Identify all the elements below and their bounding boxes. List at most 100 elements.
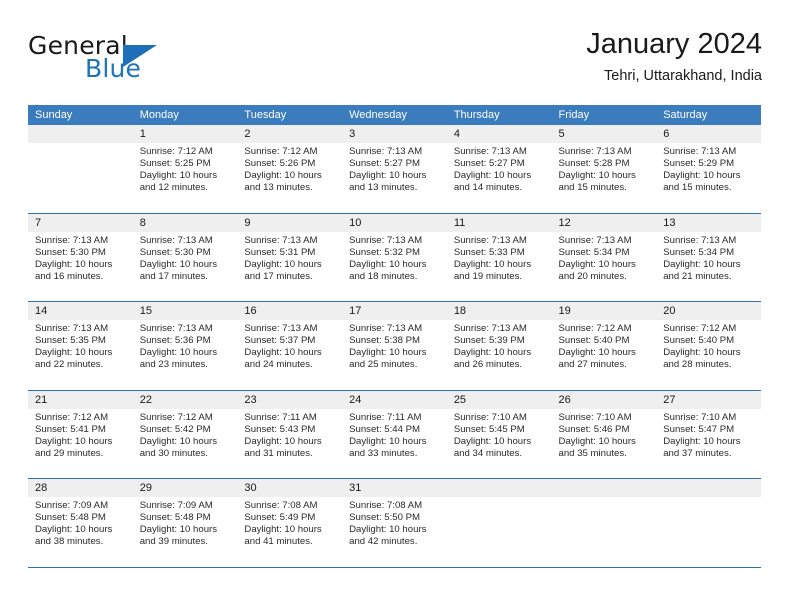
calendar-day-cell[interactable]: 16 Sunrise: 7:13 AM Sunset: 5:37 PM Dayligh…	[237, 302, 343, 390]
daylight-text-line2: and 22 minutes.	[35, 359, 104, 371]
calendar-day-cell-empty	[446, 479, 552, 567]
calendar-day-cell[interactable]: 13 Sunrise: 7:13 AM Sunset: 5:34 PM Dayligh…	[656, 213, 761, 301]
day-detail: Sunrise: 7:12 AM Sunset: 5:26 PM Daylight:…	[237, 143, 342, 194]
daylight-text-line2: and 28 minutes.	[663, 359, 732, 371]
day-number-band: 6	[656, 125, 761, 143]
daylight-text-line2: and 15 minutes.	[558, 182, 627, 194]
calendar-page: General Blue January 2024 Tehri, Uttarak…	[0, 0, 792, 612]
calendar-day-cell[interactable]: 10 Sunrise: 7:13 AM Sunset: 5:32 PM Dayligh…	[342, 213, 447, 301]
sunrise-text: Sunrise: 7:09 AM	[139, 500, 213, 511]
day-detail: Sunrise: 7:13 AM Sunset: 5:35 PM Daylight:…	[28, 320, 133, 371]
sunset-text: Sunset: 5:49 PM	[244, 512, 316, 524]
day-number: 20	[663, 305, 676, 317]
calendar-day-cell[interactable]: 28 Sunrise: 7:09 AM Sunset: 5:48 PM Dayligh…	[28, 479, 133, 567]
daylight-text-line1: Daylight: 10 hours	[244, 524, 322, 536]
daylight-text-line2: and 33 minutes.	[349, 447, 418, 459]
sunrise-text: Sunrise: 7:12 AM	[139, 411, 213, 423]
day-detail: Sunrise: 7:13 AM Sunset: 5:37 PM Daylight:…	[237, 320, 342, 371]
daylight-text-line2: and 18 minutes.	[349, 270, 418, 282]
daylight-text-line2: and 26 minutes.	[453, 359, 523, 371]
day-number-band: 5	[551, 125, 657, 143]
day-detail: Sunrise: 7:13 AM Sunset: 5:39 PM Daylight:…	[447, 320, 552, 371]
sunset-text: Sunset: 5:41 PM	[35, 423, 106, 435]
daylight-text-line1: Daylight: 10 hours	[139, 435, 218, 447]
sunrise-text: Sunrise: 7:08 AM	[244, 500, 318, 511]
day-number-band: 12	[551, 213, 657, 232]
calendar-day-cell[interactable]: 29 Sunrise: 7:09 AM Sunset: 5:48 PM Dayligh…	[132, 479, 238, 567]
calendar-day-cell[interactable]: 12 Sunrise: 7:13 AM Sunset: 5:34 PM Dayligh…	[551, 213, 657, 301]
daylight-text-line1: Daylight: 10 hours	[244, 347, 322, 359]
title-block: January 2024 Tehri, Uttarakhand, India	[586, 26, 762, 86]
calendar-day-cell[interactable]: 6 Sunrise: 7:13 AM Sunset: 5:29 PM Daylight…	[656, 125, 761, 213]
sunset-text: Sunset: 5:28 PM	[558, 158, 630, 170]
daylight-text-line1: Daylight: 10 hours	[558, 258, 636, 270]
calendar-day-cell[interactable]: 8 Sunrise: 7:13 AM Sunset: 5:30 PM Daylight…	[132, 213, 238, 301]
calendar-day-cell[interactable]: 30 Sunrise: 7:08 AM Sunset: 5:49 PM Dayligh…	[237, 479, 343, 567]
day-detail: Sunrise: 7:12 AM Sunset: 5:25 PM Daylight:…	[133, 143, 238, 194]
daylight-text-line1: Daylight: 10 hours	[244, 170, 322, 182]
sunrise-text: Sunrise: 7:12 AM	[139, 146, 213, 157]
day-number-band: 3	[342, 125, 447, 143]
calendar-day-cell[interactable]: 18 Sunrise: 7:13 AM Sunset: 5:39 PM Dayligh…	[446, 302, 552, 390]
sunset-text: Sunset: 5:30 PM	[139, 246, 211, 258]
calendar-day-cell[interactable]: 5 Sunrise: 7:13 AM Sunset: 5:28 PM Daylight…	[551, 125, 657, 213]
calendar-day-cell[interactable]: 26 Sunrise: 7:10 AM Sunset: 5:46 PM Dayligh…	[551, 390, 657, 478]
day-detail: Sunrise: 7:13 AM Sunset: 5:30 PM Daylight:…	[133, 232, 238, 283]
sunrise-text: Sunrise: 7:13 AM	[663, 146, 737, 157]
sunset-text: Sunset: 5:44 PM	[349, 423, 421, 435]
calendar-day-cell[interactable]: 17 Sunrise: 7:13 AM Sunset: 5:38 PM Dayligh…	[342, 302, 447, 390]
calendar-day-cell[interactable]: 19 Sunrise: 7:12 AM Sunset: 5:40 PM Dayligh…	[551, 302, 657, 390]
daylight-text-line2: and 16 minutes.	[35, 270, 104, 282]
calendar-day-cell-empty	[28, 125, 133, 213]
calendar-day-cell[interactable]: 20 Sunrise: 7:12 AM Sunset: 5:40 PM Dayligh…	[656, 302, 761, 390]
day-detail: Sunrise: 7:12 AM Sunset: 5:42 PM Daylight:…	[133, 409, 238, 460]
calendar-day-cell[interactable]: 24 Sunrise: 7:11 AM Sunset: 5:44 PM Dayligh…	[342, 390, 447, 478]
calendar-day-cell[interactable]: 2 Sunrise: 7:12 AM Sunset: 5:26 PM Daylight…	[237, 125, 343, 213]
daylight-text-line1: Daylight: 10 hours	[244, 258, 322, 270]
day-detail: Sunrise: 7:12 AM Sunset: 5:40 PM Daylight:…	[552, 320, 657, 371]
daylight-text-line1: Daylight: 10 hours	[663, 347, 741, 359]
day-number-band: 15	[132, 302, 238, 320]
calendar-day-cell[interactable]: 4 Sunrise: 7:13 AM Sunset: 5:27 PM Daylight…	[446, 125, 552, 213]
daylight-text-line1: Daylight: 10 hours	[35, 347, 113, 359]
general-blue-logo[interactable]: General Blue	[28, 32, 248, 92]
calendar-day-cell[interactable]: 23 Sunrise: 7:11 AM Sunset: 5:43 PM Dayligh…	[237, 390, 343, 478]
calendar-day-cell[interactable]: 14 Sunrise: 7:13 AM Sunset: 5:35 PM Dayligh…	[28, 302, 133, 390]
day-detail: Sunrise: 7:13 AM Sunset: 5:34 PM Daylight:…	[552, 232, 657, 283]
sunrise-text: Sunrise: 7:13 AM	[244, 234, 318, 246]
calendar-day-cell[interactable]: 3 Sunrise: 7:13 AM Sunset: 5:27 PM Daylight…	[342, 125, 447, 213]
sunrise-text: Sunrise: 7:11 AM	[244, 411, 317, 423]
day-number-band: 17	[342, 302, 447, 320]
calendar-day-cell[interactable]: 21 Sunrise: 7:12 AM Sunset: 5:41 PM Dayligh…	[28, 390, 133, 478]
day-detail: Sunrise: 7:12 AM Sunset: 5:40 PM Daylight:…	[656, 320, 761, 371]
day-number: 16	[244, 305, 257, 317]
calendar-day-cell[interactable]: 9 Sunrise: 7:13 AM Sunset: 5:31 PM Daylight…	[237, 213, 343, 301]
daylight-text-line1: Daylight: 10 hours	[139, 258, 218, 270]
sunrise-text: Sunrise: 7:13 AM	[349, 234, 423, 246]
daylight-text-line1: Daylight: 10 hours	[244, 435, 322, 447]
calendar-day-cell[interactable]: 31 Sunrise: 7:08 AM Sunset: 5:50 PM Dayligh…	[342, 479, 447, 567]
day-number: 26	[558, 393, 571, 406]
sunrise-text: Sunrise: 7:08 AM	[349, 500, 423, 511]
calendar-day-cell[interactable]: 7 Sunrise: 7:13 AM Sunset: 5:30 PM Daylight…	[28, 213, 133, 301]
daylight-text-line1: Daylight: 10 hours	[663, 258, 741, 270]
calendar-week-row: 28 Sunrise: 7:09 AM Sunset: 5:48 PM Dayligh…	[28, 479, 761, 568]
calendar-day-cell[interactable]: 27 Sunrise: 7:10 AM Sunset: 5:47 PM Dayligh…	[656, 390, 761, 478]
calendar-day-cell[interactable]: 15 Sunrise: 7:13 AM Sunset: 5:36 PM Dayligh…	[132, 302, 238, 390]
calendar-day-cell[interactable]: 1 Sunrise: 7:12 AM Sunset: 5:25 PM Daylight…	[132, 125, 238, 213]
weekday-header-sunday: Sunday	[35, 109, 73, 121]
sunset-text: Sunset: 5:46 PM	[558, 423, 630, 435]
day-number-band: 27	[656, 390, 761, 409]
day-number: 9	[244, 216, 251, 229]
day-number-band: 24	[342, 390, 447, 409]
calendar-day-cell[interactable]: 11 Sunrise: 7:13 AM Sunset: 5:33 PM Dayligh…	[446, 213, 552, 301]
day-number-band: 28	[28, 479, 133, 497]
daylight-text-line2: and 25 minutes.	[349, 359, 418, 371]
calendar-day-cell[interactable]: 22 Sunrise: 7:12 AM Sunset: 5:42 PM Dayligh…	[132, 390, 238, 478]
day-detail: Sunrise: 7:08 AM Sunset: 5:49 PM Daylight:…	[237, 497, 342, 548]
sunset-text: Sunset: 5:33 PM	[453, 246, 525, 258]
calendar-day-cell[interactable]: 25 Sunrise: 7:10 AM Sunset: 5:45 PM Dayligh…	[446, 390, 552, 478]
sunrise-text: Sunrise: 7:13 AM	[558, 146, 632, 157]
sunrise-text: Sunrise: 7:10 AM	[558, 411, 632, 423]
daylight-text-line2: and 41 minutes.	[244, 536, 313, 548]
